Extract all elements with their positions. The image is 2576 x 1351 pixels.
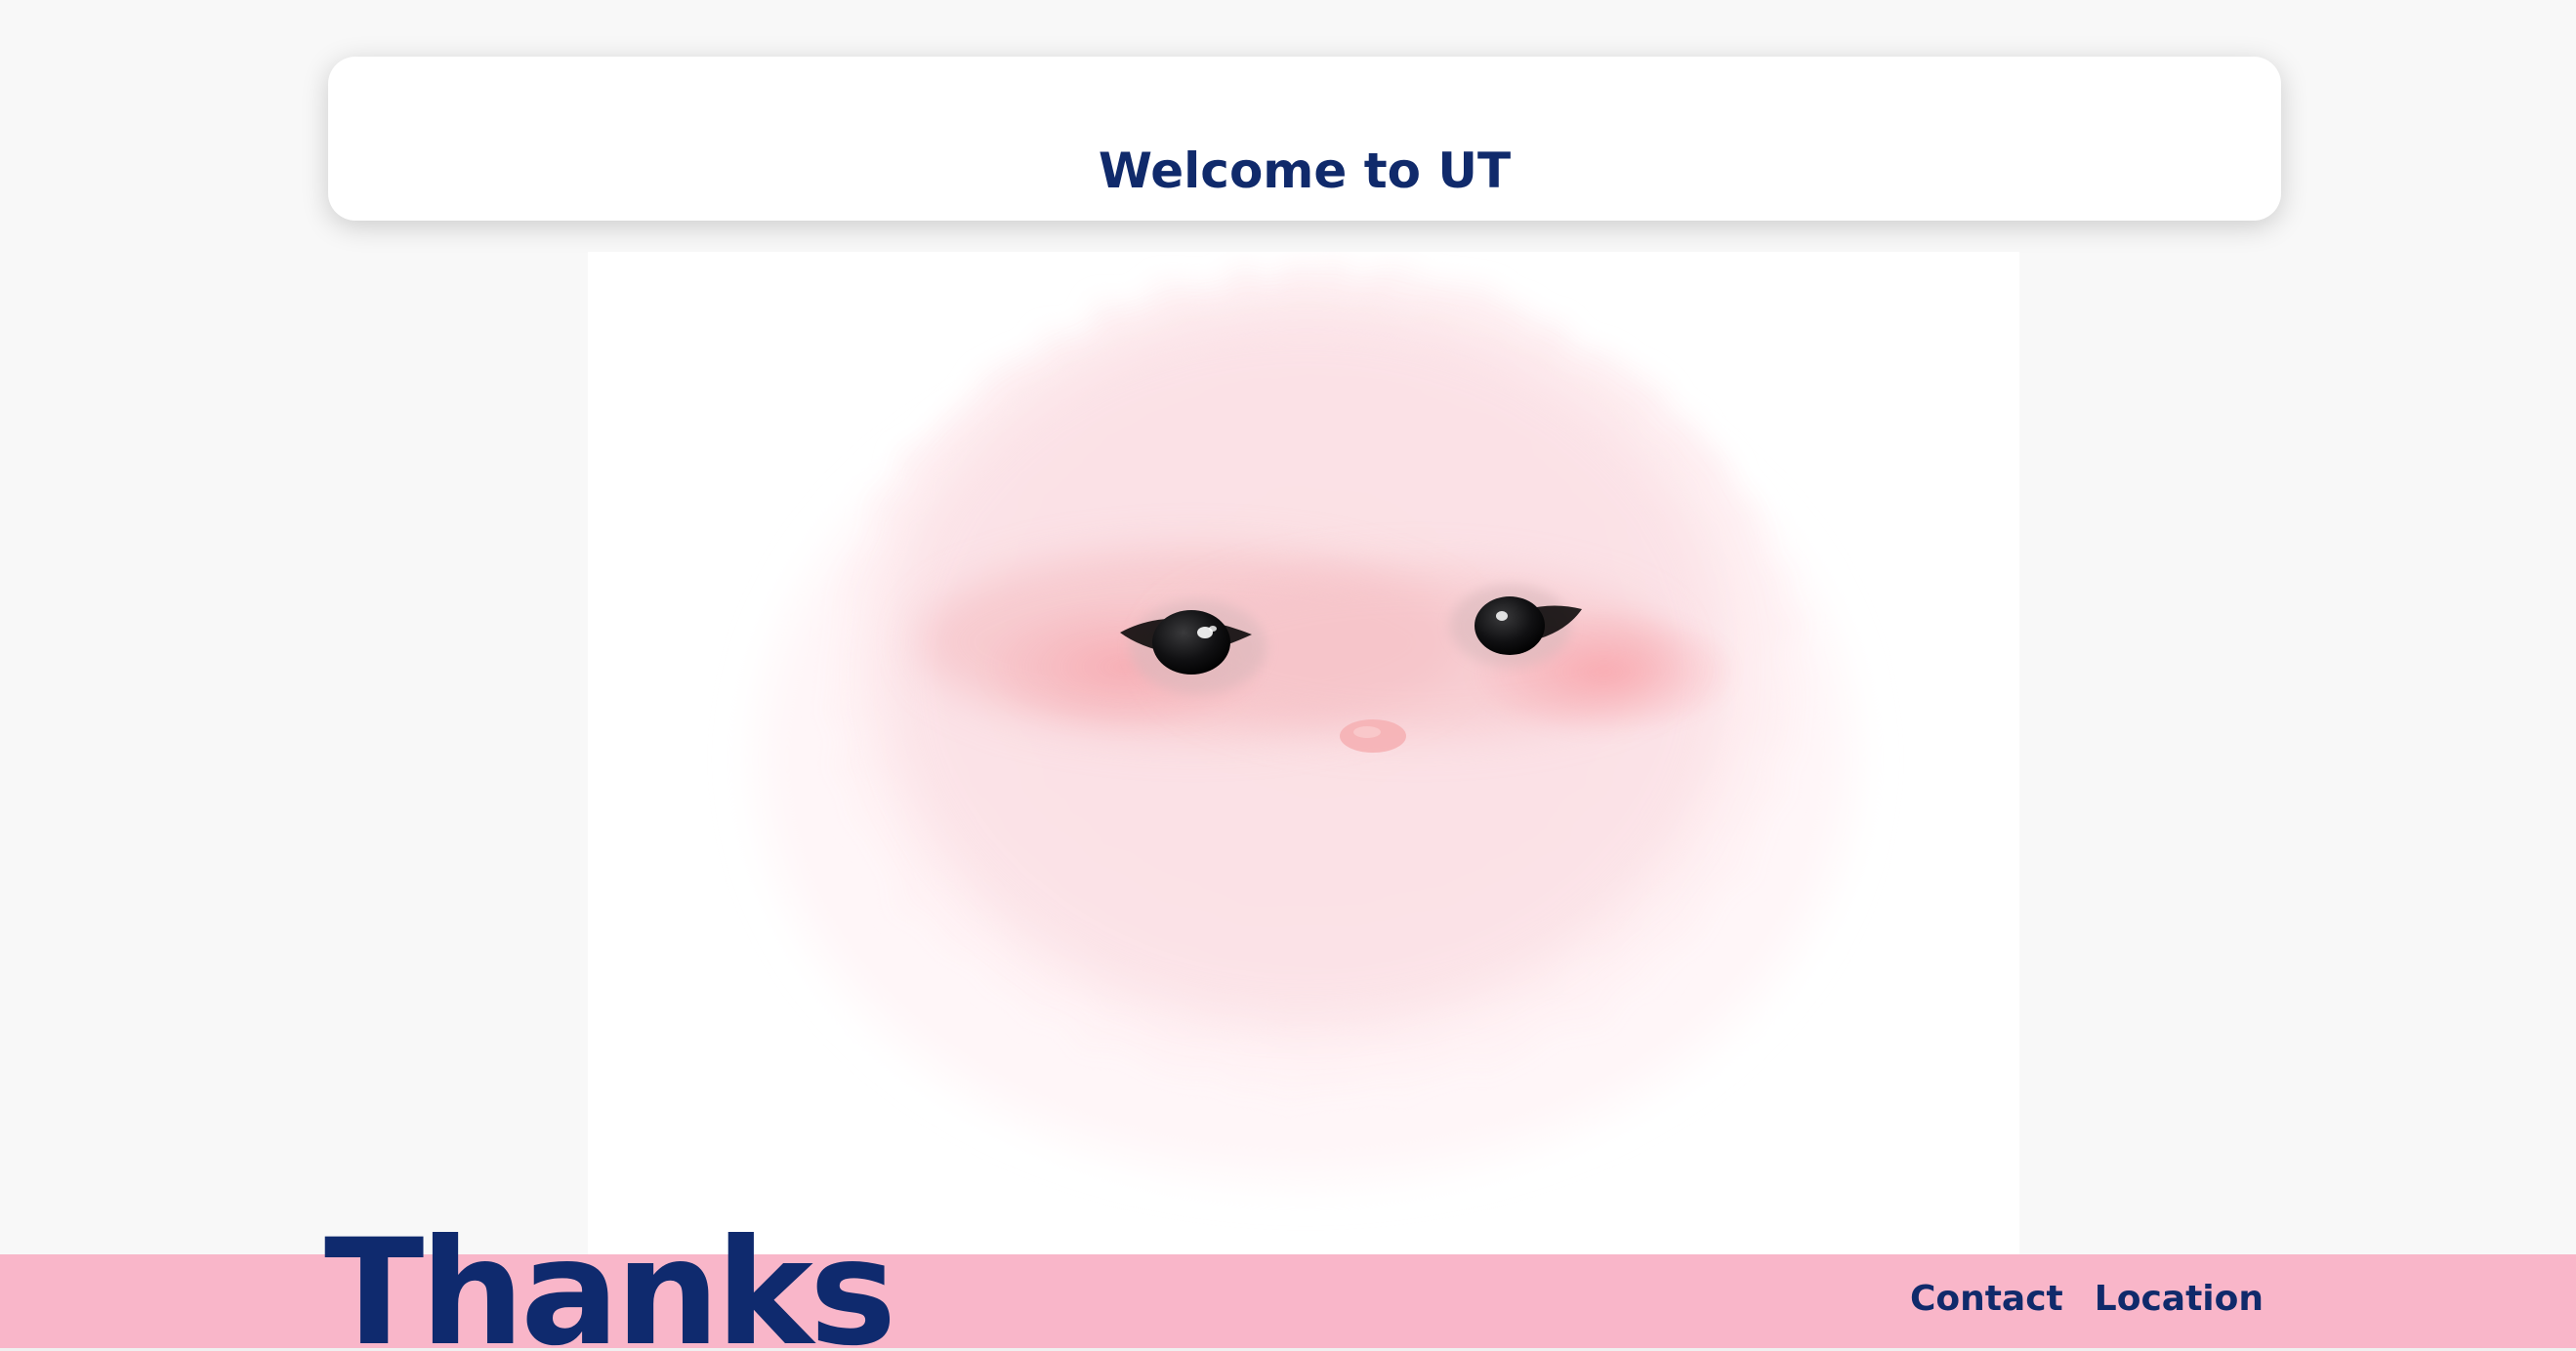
page-title: Welcome to UT bbox=[1098, 143, 1512, 199]
footer-headline: Thanks bbox=[324, 1208, 896, 1351]
contact-link[interactable]: Contact bbox=[1910, 1279, 2063, 1319]
footer-nav: Contact Location bbox=[1910, 1279, 2264, 1319]
page: Welcome to UT Thanks Contact Location bbox=[0, 0, 2576, 1351]
header-card: Welcome to UT bbox=[328, 57, 2281, 221]
hero-image bbox=[588, 252, 2019, 1255]
fluffy-creature-illustration bbox=[759, 271, 1852, 1179]
location-link[interactable]: Location bbox=[2095, 1279, 2264, 1319]
